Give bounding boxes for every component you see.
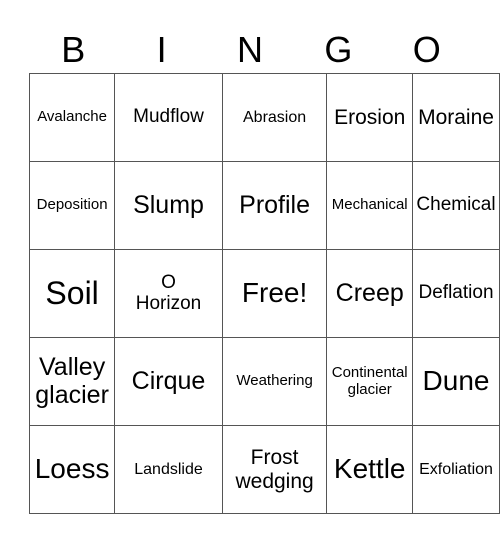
header-letter-b: B xyxy=(61,29,86,70)
bingo-cell: Weathering xyxy=(221,337,328,426)
bingo-cell: Chemical xyxy=(412,161,500,250)
bingo-row: Deposition Slump Profile Mechanical Chem… xyxy=(28,161,500,250)
bingo-row: Loess Landslide Frost wedging Kettle Exf… xyxy=(28,425,500,514)
bingo-cell: Loess xyxy=(28,425,116,514)
free-space-cell: Free! xyxy=(221,249,328,338)
bingo-cell: Dune xyxy=(412,337,500,426)
header-letter-i: I xyxy=(156,29,167,70)
bingo-cell: Mechanical xyxy=(326,161,414,250)
bingo-cell: Mudflow xyxy=(114,73,223,162)
bingo-cell: Kettle xyxy=(326,425,414,514)
header-letter-g: G xyxy=(324,29,353,70)
bingo-row: Avalanche Mudflow Abrasion Erosion Morai… xyxy=(28,73,500,162)
bingo-cell: Avalanche xyxy=(28,73,116,162)
bingo-cell: O Horizon xyxy=(114,249,223,338)
bingo-cell: Continental glacier xyxy=(326,337,414,426)
bingo-card: Avalanche Mudflow Abrasion Erosion Morai… xyxy=(28,73,500,514)
bingo-cell: Frost wedging xyxy=(221,425,328,514)
bingo-cell: Soil xyxy=(28,249,116,338)
bingo-cell: Profile xyxy=(221,161,328,250)
bingo-cell: Exfoliation xyxy=(412,425,500,514)
bingo-cell: Abrasion xyxy=(221,73,328,162)
bingo-cell: Deposition xyxy=(28,161,116,250)
bingo-cell: Erosion xyxy=(326,73,414,162)
bingo-cell: Cirque xyxy=(114,337,223,426)
bingo-cell: Valley glacier xyxy=(28,337,116,426)
bingo-cell: Creep xyxy=(326,249,414,338)
bingo-cell: Slump xyxy=(114,161,223,250)
bingo-cell: Moraine xyxy=(412,73,500,162)
bingo-row: Valley glacier Cirque Weathering Contine… xyxy=(28,337,500,426)
bingo-header: B I N G O xyxy=(29,28,471,72)
header-letter-o: O xyxy=(412,29,441,70)
bingo-cell: Deflation xyxy=(412,249,500,338)
bingo-cell: Landslide xyxy=(114,425,223,514)
bingo-row: Soil O Horizon Free! Creep Deflation xyxy=(28,249,500,338)
header-letter-n: N xyxy=(236,29,263,70)
